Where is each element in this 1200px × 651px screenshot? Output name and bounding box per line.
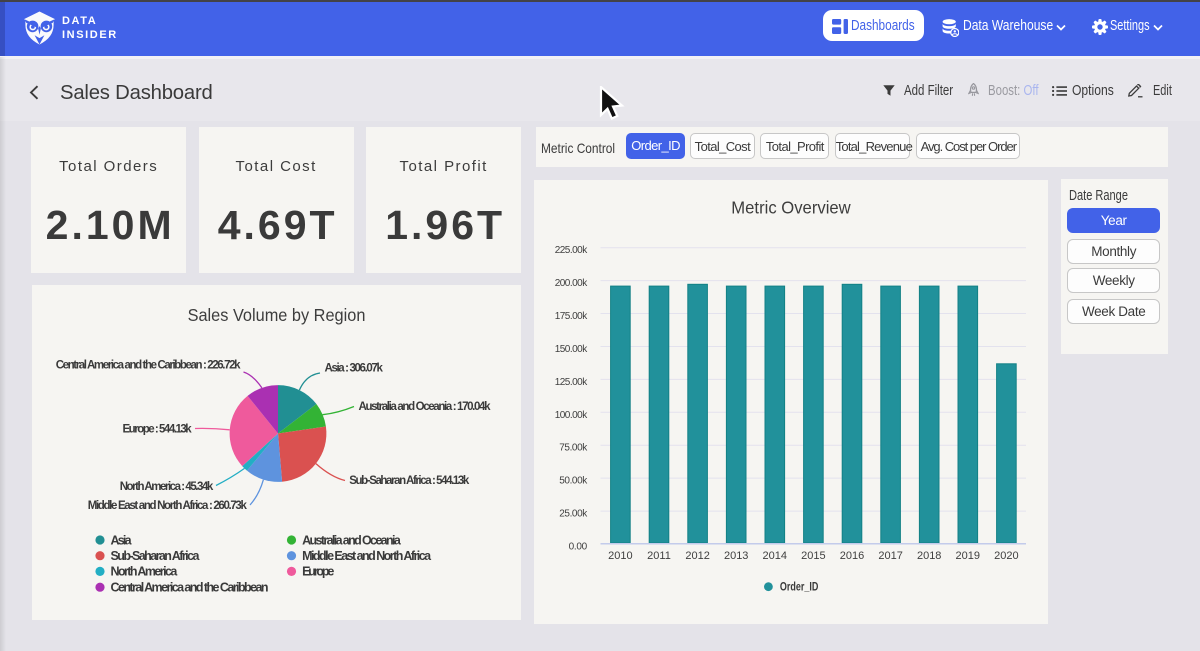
svg-text:200.00k: 200.00k — [555, 278, 589, 289]
svg-text:Australia and Oceania : 170.04: Australia and Oceania : 170.04k — [358, 401, 491, 413]
svg-text:Europe : 544.13k: Europe : 544.13k — [122, 424, 192, 436]
svg-text:2010: 2010 — [608, 550, 632, 562]
svg-text:25.00k: 25.00k — [559, 509, 588, 520]
svg-text:Asia : 306.07k: Asia : 306.07k — [324, 363, 383, 375]
svg-text:Sub-Saharan Africa : 544.13k: Sub-Saharan Africa : 544.13k — [349, 475, 470, 487]
svg-text:Europe: Europe — [302, 565, 334, 579]
svg-text:Central America and the Caribb: Central America and the Caribbean — [110, 581, 268, 595]
svg-text:0.00: 0.00 — [569, 542, 588, 553]
svg-text:175.00k: 175.00k — [555, 311, 589, 322]
svg-text:Order_ID: Order_ID — [780, 582, 819, 594]
svg-text:North America: North America — [110, 565, 178, 579]
svg-text:Central America and the Caribb: Central America and the Caribbean : 226.… — [55, 360, 240, 372]
svg-text:Middle East and North Africa: Middle East and North Africa — [302, 549, 432, 563]
svg-text:2018: 2018 — [917, 550, 941, 562]
svg-text:Metric Overview: Metric Overview — [731, 198, 851, 218]
svg-text:2019: 2019 — [956, 550, 980, 562]
svg-text:100.00k: 100.00k — [555, 410, 589, 421]
svg-text:2011: 2011 — [647, 550, 671, 562]
svg-text:75.00k: 75.00k — [559, 443, 588, 454]
svg-text:Sub-Saharan Africa: Sub-Saharan Africa — [110, 549, 200, 563]
svg-text:125.00k: 125.00k — [555, 377, 589, 388]
svg-text:2013: 2013 — [724, 550, 748, 562]
svg-text:Australia and Oceania: Australia and Oceania — [302, 533, 402, 547]
svg-text:2020: 2020 — [994, 550, 1018, 562]
svg-text:Asia: Asia — [110, 533, 132, 547]
svg-text:2014: 2014 — [763, 550, 787, 562]
svg-text:North America : 45.34k: North America : 45.34k — [119, 481, 213, 493]
svg-text:2016: 2016 — [840, 550, 864, 562]
svg-text:150.00k: 150.00k — [555, 344, 589, 355]
svg-text:Sales Volume by Region: Sales Volume by Region — [187, 305, 365, 325]
svg-text:2015: 2015 — [801, 550, 825, 562]
svg-text:2012: 2012 — [685, 550, 709, 562]
svg-text:225.00k: 225.00k — [555, 245, 589, 256]
svg-text:2017: 2017 — [878, 550, 902, 562]
svg-text:50.00k: 50.00k — [559, 476, 588, 487]
svg-text:Middle East and North Africa :: Middle East and North Africa : 260.73k — [87, 500, 247, 512]
